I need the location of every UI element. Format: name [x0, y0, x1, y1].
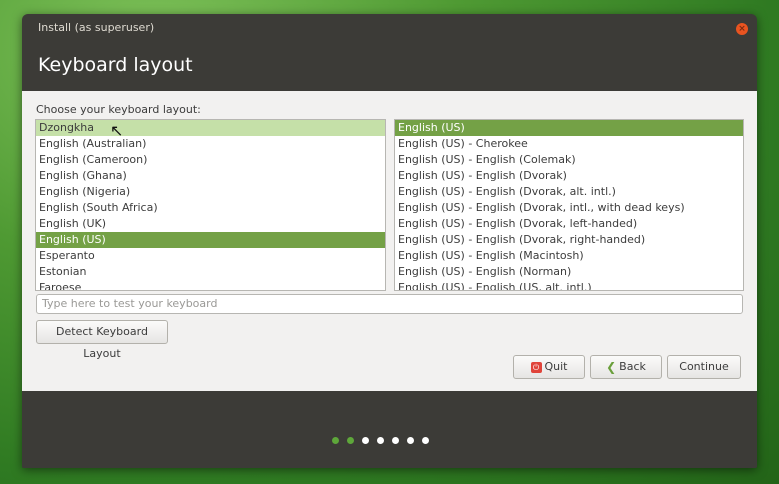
progress-dots [332, 429, 437, 444]
close-icon[interactable]: × [736, 23, 748, 35]
list-item[interactable]: English (Ghana) [36, 168, 385, 184]
list-item[interactable]: English (US) - Cherokee [395, 136, 743, 152]
progress-dot [407, 437, 414, 444]
list-item[interactable]: English (US) - English (Dvorak, left-han… [395, 216, 743, 232]
continue-button[interactable]: Continue [667, 355, 741, 379]
keyboard-test-input[interactable]: Type here to test your keyboard [36, 294, 743, 314]
list-item[interactable]: Faroese [36, 280, 385, 290]
choose-layout-label: Choose your keyboard layout: [36, 103, 201, 116]
keyboard-layout-list[interactable]: Dzongkha English (Australian) English (Cam… [35, 119, 386, 291]
progress-footer [22, 391, 757, 468]
list-item[interactable]: English (US) [395, 120, 743, 136]
window-title: Install (as superuser) [38, 21, 155, 34]
chevron-left-icon: ❮ [606, 360, 617, 374]
list-item[interactable]: English (Australian) [36, 136, 385, 152]
list-item[interactable]: English (US) - English (US, alt. intl.) [395, 280, 743, 290]
power-icon: ⏻ [530, 361, 542, 373]
back-button[interactable]: ❮ Back [590, 355, 662, 379]
progress-dot [347, 437, 354, 444]
quit-button[interactable]: ⏻ Quit [513, 355, 585, 379]
page-title: Keyboard layout [38, 54, 193, 76]
main-content: Choose your keyboard layout: Dzongkha Eng… [22, 91, 757, 391]
list-item[interactable]: English (US) - English (Dvorak, alt. int… [395, 184, 743, 200]
list-item[interactable]: Dzongkha [36, 120, 385, 136]
progress-dot [377, 437, 384, 444]
list-item[interactable]: Estonian [36, 264, 385, 280]
back-label: Back [619, 360, 646, 373]
list-item[interactable]: English (South Africa) [36, 200, 385, 216]
list-item[interactable]: English (US) - English (Norman) [395, 264, 743, 280]
list-item[interactable]: English (US) - English (Dvorak, right-ha… [395, 232, 743, 248]
list-item[interactable]: English (US) - English (Macintosh) [395, 248, 743, 264]
detect-keyboard-layout-button[interactable]: Detect Keyboard Layout [36, 320, 168, 360]
quit-label: Quit [544, 360, 568, 373]
title-bar: Install (as superuser) × [22, 14, 757, 42]
list-item[interactable]: English (UK) [36, 216, 385, 232]
list-item[interactable]: English (US) [36, 232, 385, 248]
progress-dot [392, 437, 399, 444]
list-item[interactable]: English (Nigeria) [36, 184, 385, 200]
progress-dot [422, 437, 429, 444]
list-item[interactable]: English (US) - English (Dvorak, intl., w… [395, 200, 743, 216]
keyboard-variant-list[interactable]: English (US) English (US) - Cherokee Engli… [394, 119, 744, 291]
progress-dot [332, 437, 339, 444]
list-item[interactable]: English (US) - English (Colemak) [395, 152, 743, 168]
list-item[interactable]: Esperanto [36, 248, 385, 264]
installer-window: Install (as superuser) × Keyboard layout… [22, 14, 757, 468]
mouse-pointer-icon: ↖ [110, 121, 124, 140]
list-item[interactable]: English (US) - English (Dvorak) [395, 168, 743, 184]
list-item[interactable]: English (Cameroon) [36, 152, 385, 168]
progress-dot [362, 437, 369, 444]
